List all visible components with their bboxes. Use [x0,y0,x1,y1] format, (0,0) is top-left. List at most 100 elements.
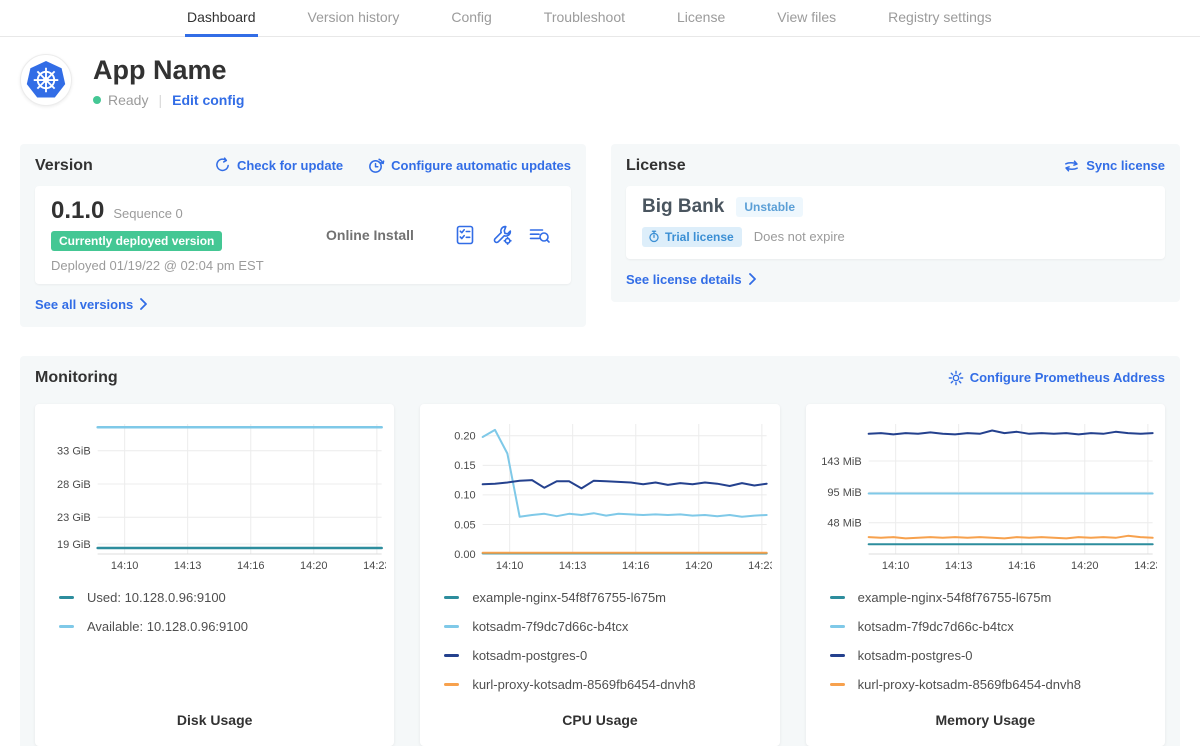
refresh-icon [214,157,231,174]
version-number: 0.1.0 [51,197,104,225]
deployed-badge: Currently deployed version [51,231,222,251]
svg-text:14:10: 14:10 [111,560,139,572]
current-version-row: 0.1.0 Sequence 0 Currently deployed vers… [35,186,571,284]
legend-swatch [59,596,74,599]
configure-automatic-updates-link[interactable]: Configure automatic updates [367,157,571,175]
version-card-title: Version [35,157,93,175]
preflight-checks-button[interactable] [454,224,476,246]
license-card: License Sync license Big Bank Unstable [611,144,1180,302]
chart-title: Disk Usage [43,712,386,732]
chart-title: CPU Usage [428,712,771,732]
chevron-right-icon [749,273,756,285]
svg-text:14:20: 14:20 [300,560,328,572]
svg-text:14:23: 14:23 [748,560,771,572]
chevron-right-icon [140,298,147,310]
install-type-label: Online Install [286,227,454,243]
svg-text:14:23: 14:23 [363,560,386,572]
legend-swatch [830,596,845,599]
monitoring-title: Monitoring [35,369,118,387]
edit-config-button[interactable] [491,224,513,246]
disk-usage-plot: 19 GiB23 GiB28 GiB33 GiB14:1014:1314:161… [43,416,386,574]
schedule-update-icon [367,157,385,175]
svg-text:0.05: 0.05 [455,519,476,531]
memory-usage-legend: example-nginx-54f8f76755-l675m kotsadm-7f… [830,590,1157,692]
config-wrench-icon [491,224,513,246]
legend-item: kotsadm-postgres-0 [830,648,1157,663]
stopwatch-icon [648,230,660,243]
legend-item: example-nginx-54f8f76755-l675m [444,590,771,605]
expiry-text: Does not expire [754,229,845,244]
cpu-usage-chart: 0.000.050.100.150.2014:1014:1314:1614:20… [420,404,779,746]
configure-prometheus-link[interactable]: Configure Prometheus Address [948,370,1165,386]
legend-item: kurl-proxy-kotsadm-8569fb6454-dnvh8 [830,677,1157,692]
status-dot [93,96,101,104]
edit-config-link[interactable]: Edit config [172,92,244,108]
svg-text:33 GiB: 33 GiB [57,445,91,457]
helm-wheel-icon [31,65,61,95]
legend-swatch [59,625,74,628]
sequence-label: Sequence 0 [113,206,182,221]
divider: | [155,92,165,108]
nav-tabs: Dashboard Version history Config Troublesho… [185,0,994,36]
legend-item: example-nginx-54f8f76755-l675m [830,590,1157,605]
tab-dashboard[interactable]: Dashboard [185,0,258,37]
legend-label: kotsadm-7f9dc7d66c-b4tcx [858,619,1014,634]
svg-text:0.10: 0.10 [455,489,476,501]
app-header: App Name Ready | Edit config [20,54,1180,108]
svg-text:28 GiB: 28 GiB [57,478,91,490]
legend-item: kotsadm-postgres-0 [444,648,771,663]
tab-version-history[interactable]: Version history [306,0,402,37]
legend-swatch [444,625,459,628]
preflight-checks-icon [454,224,476,246]
legend-label: Available: 10.128.0.96:9100 [87,619,248,634]
svg-text:0.00: 0.00 [455,548,476,560]
legend-label: kurl-proxy-kotsadm-8569fb6454-dnvh8 [472,677,695,692]
legend-label: kotsadm-postgres-0 [472,648,587,663]
svg-text:19 GiB: 19 GiB [57,538,91,550]
license-type-badge: Trial license [642,227,742,247]
legend-swatch [830,654,845,657]
app-logo [20,54,72,106]
svg-text:14:20: 14:20 [1071,560,1099,572]
license-card-title: License [626,157,686,175]
legend-swatch [444,596,459,599]
legend-label: kotsadm-7f9dc7d66c-b4tcx [472,619,628,634]
legend-label: kotsadm-postgres-0 [858,648,973,663]
legend-item: kotsadm-7f9dc7d66c-b4tcx [830,619,1157,634]
deploy-logs-button[interactable] [528,224,551,246]
channel-badge: Unstable [736,197,803,217]
customer-name: Big Bank [642,196,724,218]
svg-text:48 MiB: 48 MiB [827,517,861,529]
svg-text:14:13: 14:13 [945,560,973,572]
legend-label: example-nginx-54f8f76755-l675m [472,590,666,605]
memory-usage-plot: 48 MiB95 MiB143 MiB14:1014:1314:1614:201… [814,416,1157,574]
gear-icon [948,370,964,386]
disk-usage-legend: Used: 10.128.0.96:9100 Available: 10.128.… [59,590,386,634]
svg-text:14:16: 14:16 [237,560,265,572]
sync-license-link[interactable]: Sync license [1063,158,1165,174]
page-title: App Name [93,56,244,86]
kubernetes-logo-icon [26,61,66,99]
svg-text:14:10: 14:10 [882,560,910,572]
check-for-update-link[interactable]: Check for update [214,157,343,174]
deployed-timestamp: Deployed 01/19/22 @ 02:04 pm EST [51,258,286,273]
tab-registry-settings[interactable]: Registry settings [886,0,993,37]
legend-label: Used: 10.128.0.96:9100 [87,590,226,605]
legend-label: kurl-proxy-kotsadm-8569fb6454-dnvh8 [858,677,1081,692]
legend-item: Available: 10.128.0.96:9100 [59,619,386,634]
see-all-versions-link[interactable]: See all versions [35,297,147,312]
deploy-logs-icon [528,224,551,246]
memory-usage-chart: 48 MiB95 MiB143 MiB14:1014:1314:1614:201… [806,404,1165,746]
tab-license[interactable]: License [675,0,727,37]
see-license-details-link[interactable]: See license details [626,272,756,287]
tab-troubleshoot[interactable]: Troubleshoot [542,0,627,37]
svg-text:0.15: 0.15 [455,460,476,472]
legend-label: example-nginx-54f8f76755-l675m [858,590,1052,605]
tab-view-files[interactable]: View files [775,0,838,37]
license-summary-row: Big Bank Unstable Trial l [626,186,1165,259]
tab-config[interactable]: Config [449,0,493,37]
sync-icon [1063,158,1080,174]
legend-swatch [444,654,459,657]
legend-swatch [830,683,845,686]
svg-text:14:16: 14:16 [622,560,650,572]
